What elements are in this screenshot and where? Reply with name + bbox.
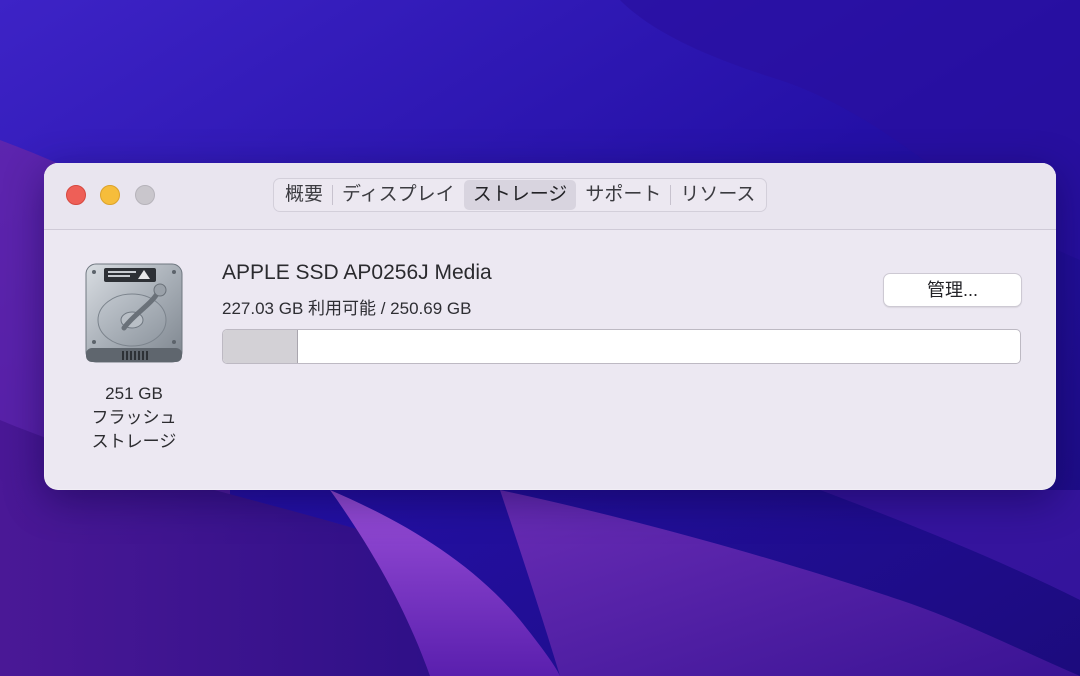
tab-displays[interactable]: ディスプレイ	[333, 180, 464, 210]
disk-name: APPLE SSD AP0256J Media	[222, 261, 492, 284]
zoom-window-button[interactable]	[135, 185, 155, 205]
close-window-button[interactable]	[66, 185, 86, 205]
tab-support[interactable]: サポート	[576, 180, 670, 210]
storage-panel: 251 GB フラッシュ ストレージ APPLE SSD AP0256J Med…	[44, 230, 1056, 490]
tab-bar: 概要 ディスプレイ ストレージ サポート リソース	[273, 178, 768, 212]
tab-resources[interactable]: リソース	[671, 180, 764, 210]
disk-type-label: フラッシュ	[91, 408, 177, 427]
storage-usage-bar	[222, 329, 1021, 364]
minimize-window-button[interactable]	[100, 185, 120, 205]
tab-overview[interactable]: 概要	[276, 180, 332, 210]
disk-size-label: 251 GB	[105, 384, 163, 403]
storage-used-segment	[223, 330, 298, 363]
window-toolbar: 概要 ディスプレイ ストレージ サポート リソース	[44, 163, 1056, 230]
disk-type-label-2: ストレージ	[91, 432, 177, 451]
internal-drive-icon	[85, 263, 183, 363]
manage-storage-button[interactable]: 管理...	[883, 273, 1022, 307]
disk-available-text: 227.03 GB 利用可能 / 250.69 GB	[222, 299, 472, 318]
tab-storage[interactable]: ストレージ	[463, 180, 577, 210]
system-info-window: 概要 ディスプレイ ストレージ サポート リソース 251 GB フラッシュ ス…	[44, 163, 1056, 490]
disk-caption: 251 GB フラッシュ ストレージ	[72, 382, 196, 454]
